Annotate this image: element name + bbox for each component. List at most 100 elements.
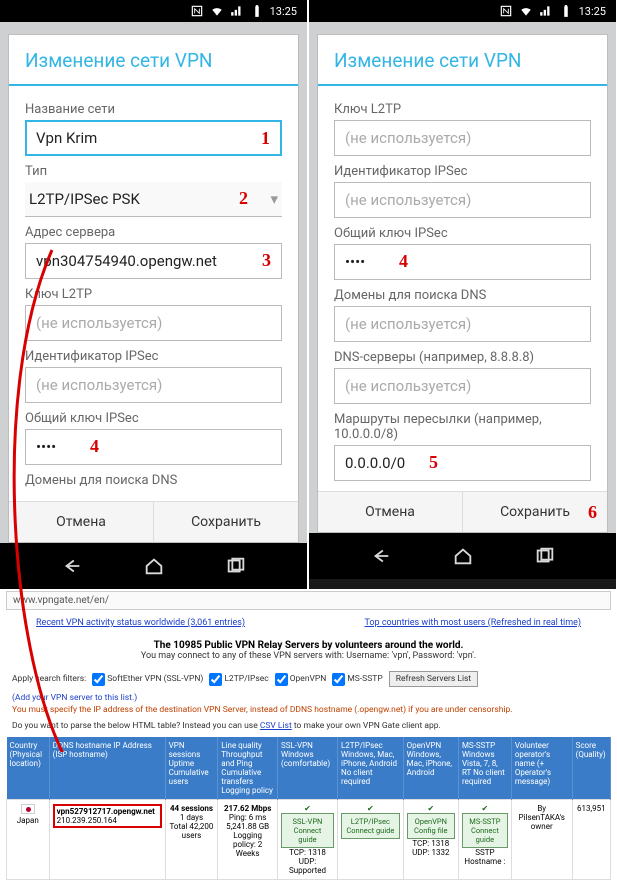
- filter-sstp[interactable]: MS-SSTP: [332, 673, 382, 686]
- servers-table: Country (Physical location) DDNS hostnam…: [6, 737, 611, 880]
- cell-score: 613,951: [572, 800, 610, 880]
- ipsec-id-input[interactable]: (не используется): [334, 182, 591, 218]
- web-heading: The 10985 Public VPN Relay Servers by vo…: [6, 640, 611, 651]
- nav-back-icon[interactable]: [370, 545, 392, 567]
- type-label: Тип: [25, 164, 282, 179]
- phone-right: 13:25 Изменение сети VPN Ключ L2TP (не и…: [309, 0, 616, 589]
- ipsec-id-label: Идентификатор IPSec: [334, 164, 591, 179]
- cell-operator: By PilsenTAKA's owner: [511, 800, 572, 880]
- csv-list-link[interactable]: CSV List: [260, 721, 292, 731]
- annotation-4a: 4: [90, 436, 99, 457]
- annotation-2: 2: [239, 188, 248, 209]
- csv-note: Do you want to parse the below HTML tabl…: [6, 719, 611, 737]
- clock: 13:25: [270, 5, 297, 18]
- annotation-5: 5: [429, 452, 438, 473]
- battery-icon: [559, 4, 573, 18]
- signal-icon: [230, 4, 244, 18]
- status-bar: 13:25: [0, 0, 307, 22]
- dns-search-label: Домены для поиска DNS: [25, 473, 282, 488]
- ipsec-key-input[interactable]: •••• 4: [334, 244, 591, 280]
- name-input[interactable]: Vpn Krim 1: [25, 120, 282, 156]
- cell-hostname: vpn527912717.opengw.net 210.239.250.164: [49, 800, 165, 880]
- wifi-icon: [210, 4, 224, 18]
- battery-icon: [250, 4, 264, 18]
- ipsec-key-label: Общий ключ IPSec: [25, 411, 282, 426]
- link-top-countries[interactable]: Top countries with most users (Refreshed…: [364, 618, 581, 628]
- l2tp-input[interactable]: (не используется): [25, 305, 282, 341]
- name-label: Название сети: [25, 102, 282, 117]
- vpn-edit-dialog: Изменение сети VPN Ключ L2TP (не использ…: [317, 34, 608, 533]
- ipsec-key-input[interactable]: •••• 4: [25, 429, 282, 465]
- server-input[interactable]: vpn304754940.opengw.net 3: [25, 243, 282, 279]
- cell-country: Japan: [7, 800, 50, 880]
- l2tp-input[interactable]: (не используется): [334, 120, 591, 156]
- annotation-1: 1: [261, 128, 270, 149]
- ipsec-id-input[interactable]: (не используется): [25, 367, 282, 403]
- annotation-4b: 4: [399, 251, 408, 272]
- filter-l2tp[interactable]: L2TP/IPsec: [209, 673, 268, 686]
- nfc-icon: [499, 4, 513, 18]
- cell-l2tp[interactable]: ✔ L2TP/IPsec Connect guide: [338, 800, 404, 880]
- th-score: Score (Quality): [572, 737, 610, 800]
- signal-icon: [539, 4, 553, 18]
- server-label: Адрес сервера: [25, 225, 282, 240]
- filter-openvpn[interactable]: OpenVPN: [275, 673, 327, 686]
- dns-search-label: Домены для поиска DNS: [334, 288, 591, 303]
- th-sslvpn: SSL-VPN Windows (comfortable): [277, 737, 337, 800]
- dns-servers-input[interactable]: (не используется): [334, 368, 591, 404]
- nav-recent-icon[interactable]: [225, 555, 247, 577]
- censorship-note: You must specify the IP address of the d…: [6, 705, 611, 719]
- cell-sstp[interactable]: ✔ MS-SSTP Connect guide SSTP Hostname :: [458, 800, 511, 880]
- save-button[interactable]: Сохранить: [154, 502, 298, 542]
- annotation-6: 6: [588, 502, 597, 523]
- wifi-icon: [519, 4, 533, 18]
- add-server-link[interactable]: (Add your VPN server to this list.): [12, 693, 137, 703]
- cell-linequality: 217.62 Mbps Ping: 6 ms 5,241.88 GB Loggi…: [218, 800, 278, 880]
- dns-search-input[interactable]: (не используется): [334, 306, 591, 342]
- type-select[interactable]: L2TP/IPSec PSK ▾ 2: [25, 182, 282, 217]
- refresh-button[interactable]: Refresh Servers List: [389, 671, 478, 687]
- filter-softether[interactable]: SoftEther VPN (SSL-VPN): [92, 673, 203, 686]
- android-navbar: [309, 533, 616, 579]
- cell-openvpn[interactable]: ✔ OpenVPN Config file TCP: 1318 UDP: 133…: [403, 800, 458, 880]
- nav-home-icon[interactable]: [452, 545, 474, 567]
- ipsec-key-label: Общий ключ IPSec: [334, 226, 591, 241]
- flag-japan-icon: [21, 804, 35, 814]
- phone-left: 13:25 Изменение сети VPN Название сети V…: [0, 0, 307, 589]
- save-button[interactable]: Сохранить 6: [463, 492, 607, 532]
- nav-recent-icon[interactable]: [534, 545, 556, 567]
- web-subheading: You may connect to any of these VPN serv…: [6, 651, 611, 661]
- dns-servers-label: DNS-серверы (например, 8.8.8.8): [334, 350, 591, 365]
- th-hostname: DDNS hostname IP Address (ISP hostname): [49, 737, 165, 800]
- routes-label: Маршруты пересылки (например, 10.0.0.0/8…: [334, 412, 591, 442]
- nav-home-icon[interactable]: [143, 555, 165, 577]
- cancel-button[interactable]: Отмена: [9, 502, 154, 542]
- annotation-3: 3: [262, 250, 271, 271]
- th-country: Country (Physical location): [7, 737, 50, 800]
- dialog-title: Изменение сети VPN: [318, 35, 607, 86]
- l2tp-label: Ключ L2TP: [334, 102, 591, 117]
- clock: 13:25: [579, 5, 606, 18]
- th-sessions: VPN sessions Uptime Cumulative users: [165, 737, 218, 800]
- th-openvpn: OpenVPN Windows, Mac, iPhone, Android: [403, 737, 458, 800]
- th-l2tp: L2TP/IPsec Windows, Mac, iPhone, Android…: [338, 737, 404, 800]
- android-navbar: [0, 543, 307, 589]
- table-row: Japan vpn527912717.opengw.net 210.239.25…: [7, 800, 611, 880]
- ipsec-id-label: Идентификатор IPSec: [25, 349, 282, 364]
- browser-section: www.vpngate.net/en/ Recent VPN activity …: [0, 589, 617, 884]
- link-recent-activity[interactable]: Recent VPN activity status worldwide (3,…: [36, 618, 245, 628]
- filter-row: Apply search filters: SoftEther VPN (SSL…: [6, 669, 611, 705]
- th-operator: Volunteer operator's name (+ Operator's …: [511, 737, 572, 800]
- routes-input[interactable]: 0.0.0.0/0 5: [334, 445, 591, 481]
- status-bar: 13:25: [309, 0, 616, 22]
- cancel-button[interactable]: Отмена: [318, 492, 463, 532]
- th-linequality: Line quality Throughput and Ping Cumulat…: [218, 737, 278, 800]
- nfc-icon: [190, 4, 204, 18]
- cell-sessions: 44 sessions 1 days Total 42,200 users: [165, 800, 218, 880]
- th-sstp: MS-SSTP Windows Vista, 7, 8, RT No clien…: [458, 737, 511, 800]
- url-bar[interactable]: www.vpngate.net/en/: [6, 591, 611, 610]
- vpn-edit-dialog: Изменение сети VPN Название сети Vpn Kri…: [8, 34, 299, 543]
- cell-sslvpn[interactable]: ✔ SSL-VPN Connect guide TCP: 1318 UDP: S…: [277, 800, 337, 880]
- nav-back-icon[interactable]: [61, 555, 83, 577]
- dialog-title: Изменение сети VPN: [9, 35, 298, 86]
